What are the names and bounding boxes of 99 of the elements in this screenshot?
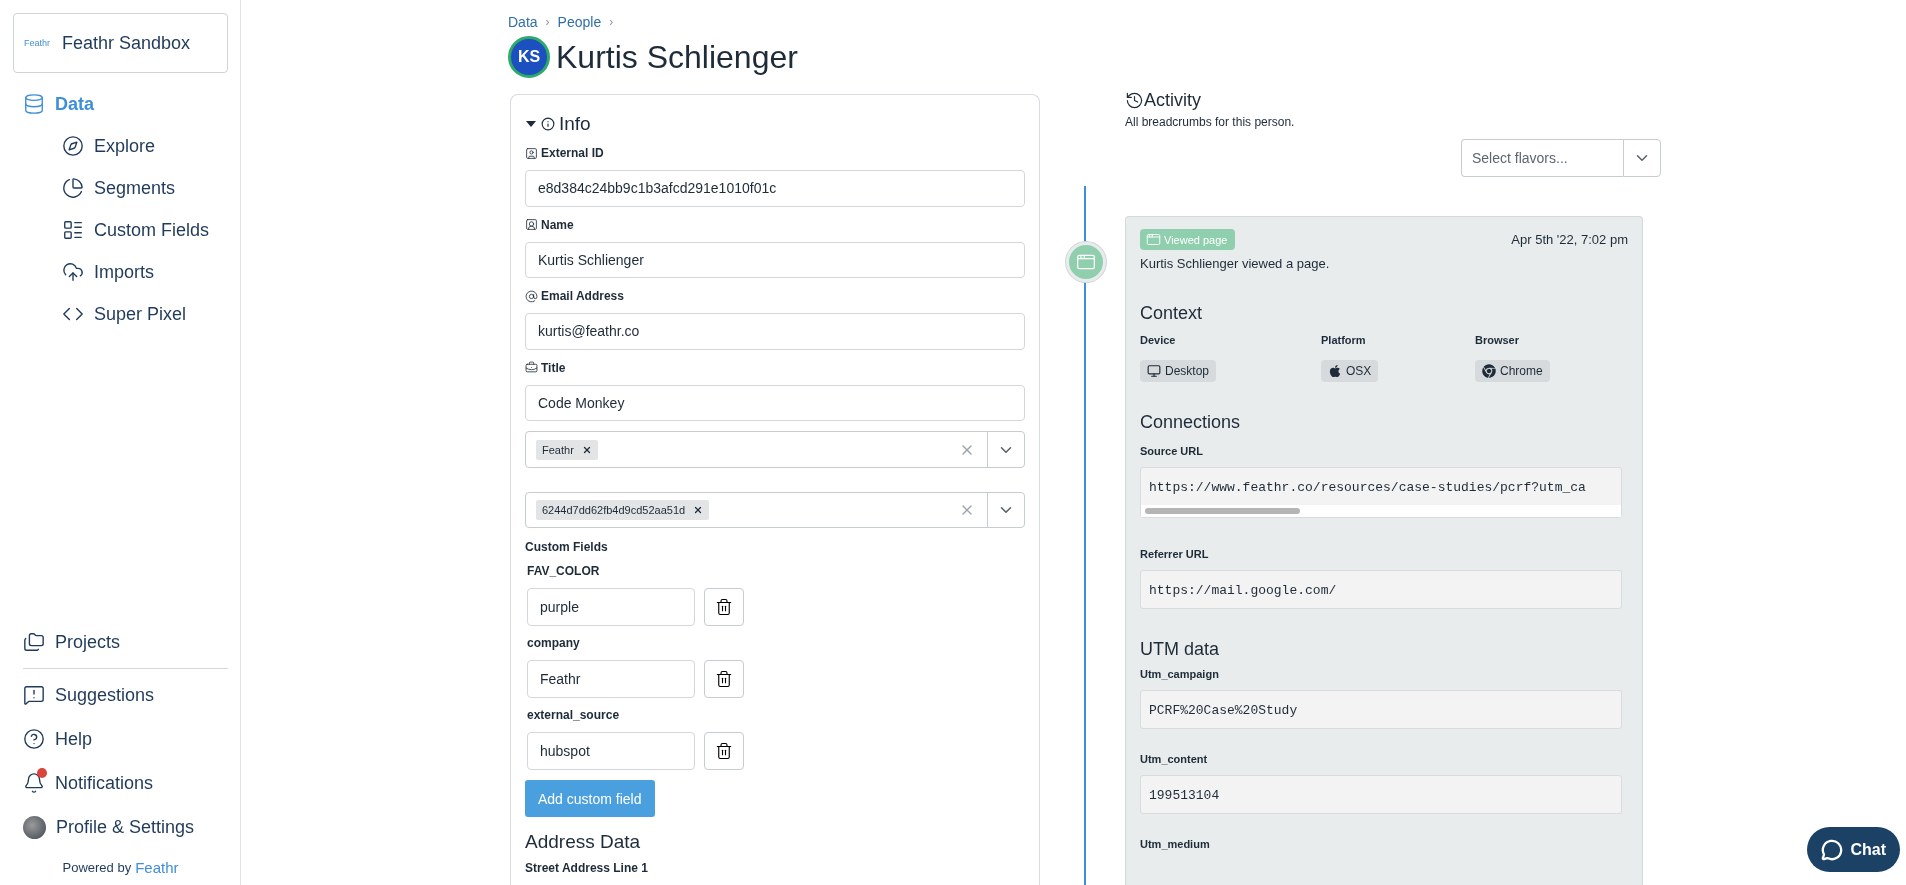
multi-select[interactable]: Feathr — [525, 431, 1025, 468]
breadcrumb-separator: › — [609, 15, 614, 29]
url-field: https://www.feathr.co/resources/case-studies/pcrf?utm_ca — [1140, 467, 1622, 518]
nav-item[interactable]: Custom Fields — [13, 209, 228, 251]
context-chip: Desktop — [1140, 360, 1217, 382]
cloud-upload-icon — [62, 261, 84, 283]
field-label: Utm_content — [1140, 753, 1209, 765]
at-sign-icon — [525, 289, 538, 303]
person-name: Kurtis Schlienger — [556, 38, 798, 76]
pie-chart-icon — [62, 177, 84, 199]
section-title: UTM data — [1140, 639, 1221, 660]
section-title: Connections — [1140, 412, 1242, 433]
field-label: FAV_COLOR — [527, 564, 601, 579]
window-icon — [1076, 252, 1096, 272]
apple-icon — [1328, 364, 1342, 378]
field-label: Source URL — [1140, 445, 1204, 457]
monitor-icon — [1147, 364, 1161, 378]
field-label: Title — [541, 360, 566, 375]
remove-icon[interactable] — [693, 505, 704, 516]
input-field[interactable]: Code Monkey — [525, 384, 1025, 422]
delete-button[interactable] — [704, 732, 744, 771]
delete-button[interactable] — [704, 660, 744, 699]
input-field[interactable]: Feathr — [527, 660, 695, 699]
tag-chip: 6244d7dd62fb4d9cd52aa51d — [536, 500, 710, 521]
info-icon — [541, 117, 555, 131]
powered-by-text: Powered by — [62, 859, 132, 875]
field-label: Utm_medium — [1140, 838, 1211, 850]
workspace-name: Feathr Sandbox — [62, 32, 191, 54]
field-label: Name — [541, 217, 574, 232]
section-subtitle: All breadcrumbs for this person. — [1125, 115, 1296, 129]
database-icon — [23, 93, 45, 115]
section-title: Info — [559, 113, 591, 135]
bell-icon — [23, 772, 45, 794]
sidebar-link[interactable]: Projects — [13, 620, 228, 664]
feedback-icon — [23, 684, 45, 706]
delete-button[interactable] — [704, 588, 744, 627]
contact-card-icon — [525, 146, 538, 160]
input-field[interactable]: Kurtis Schlienger — [525, 241, 1025, 279]
flavor-select-field[interactable]: Select flavors... — [1461, 139, 1623, 177]
event-badge: Viewed page — [1140, 229, 1236, 250]
breadcrumb-link[interactable]: People — [557, 14, 602, 30]
utm-field: 199513104 — [1140, 775, 1622, 814]
trash-icon — [715, 742, 733, 761]
context-label: Device — [1140, 334, 1177, 346]
history-icon — [1125, 91, 1144, 110]
event-description: Kurtis Schlienger viewed a page. — [1140, 256, 1331, 271]
contact-card-icon — [525, 218, 538, 232]
workspace-switcher[interactable]: Feathr Feathr Sandbox — [13, 13, 228, 73]
scrollbar[interactable] — [1141, 505, 1621, 517]
browser-icon — [1482, 364, 1496, 378]
section-label: Custom Fields — [525, 540, 609, 555]
nav-item[interactable]: Segments — [13, 167, 228, 209]
url-field: https://mail.google.com/ — [1140, 570, 1622, 609]
field-label: company — [527, 636, 581, 651]
input-field[interactable]: e8d384c24bb9c1b3afcd291e1010f01c — [525, 170, 1025, 207]
input-field[interactable]: hubspot — [527, 732, 695, 771]
section-title: Activity — [1144, 90, 1201, 111]
chat-icon — [1821, 838, 1844, 861]
field-label: External ID — [541, 146, 604, 160]
multi-select[interactable]: 6244d7dd62fb4d9cd52aa51d — [525, 491, 1025, 529]
breadcrumb-link[interactable]: Data — [508, 14, 538, 30]
sidebar-link[interactable]: Profile & Settings — [13, 805, 228, 849]
briefcase-icon — [525, 361, 538, 375]
help-icon — [23, 728, 45, 750]
compass-icon — [62, 135, 84, 157]
section-title: Context — [1140, 303, 1204, 324]
context-label: Browser — [1475, 334, 1521, 346]
input-field[interactable]: kurtis@feathr.co — [525, 313, 1025, 350]
trash-icon — [715, 598, 733, 617]
context-chip: Chrome — [1475, 360, 1550, 382]
sidebar-link[interactable]: Help — [13, 717, 228, 761]
context-label: Platform — [1321, 334, 1367, 346]
section-title: Address Data — [525, 830, 642, 853]
window-icon — [1146, 232, 1161, 247]
breadcrumb-separator: › — [545, 15, 550, 29]
folder-icon — [23, 631, 45, 653]
field-label: external_source — [527, 708, 621, 723]
avatar: KS — [508, 36, 550, 78]
tag-chip: Feathr — [536, 439, 598, 460]
chat-button[interactable]: Chat — [1807, 827, 1900, 872]
nav-item[interactable]: Imports — [13, 251, 228, 293]
avatar-icon — [23, 815, 46, 839]
nav-item[interactable]: Explore — [13, 125, 228, 167]
remove-icon[interactable] — [581, 444, 592, 455]
list-icon — [62, 219, 84, 241]
event-time: Apr 5th '22, 7:02 pm — [1511, 232, 1628, 247]
field-label: Street Address Line 1 — [525, 860, 648, 875]
input-field[interactable]: purple — [527, 588, 695, 627]
nav-item[interactable]: Super Pixel — [13, 293, 228, 335]
sidebar-link[interactable]: Suggestions — [13, 673, 228, 717]
utm-field: PCRF%20Case%20Study — [1140, 690, 1622, 729]
sidebar-link[interactable]: Notifications — [13, 761, 228, 805]
brand-logo: Feathr — [135, 858, 179, 876]
field-label: Utm_campaign — [1140, 668, 1220, 680]
trash-icon — [715, 670, 733, 689]
field-label: Email Address — [541, 289, 624, 304]
field-label: Referrer URL — [1140, 548, 1210, 560]
context-chip: OSX — [1321, 360, 1379, 382]
logo: Feathr — [24, 38, 50, 48]
